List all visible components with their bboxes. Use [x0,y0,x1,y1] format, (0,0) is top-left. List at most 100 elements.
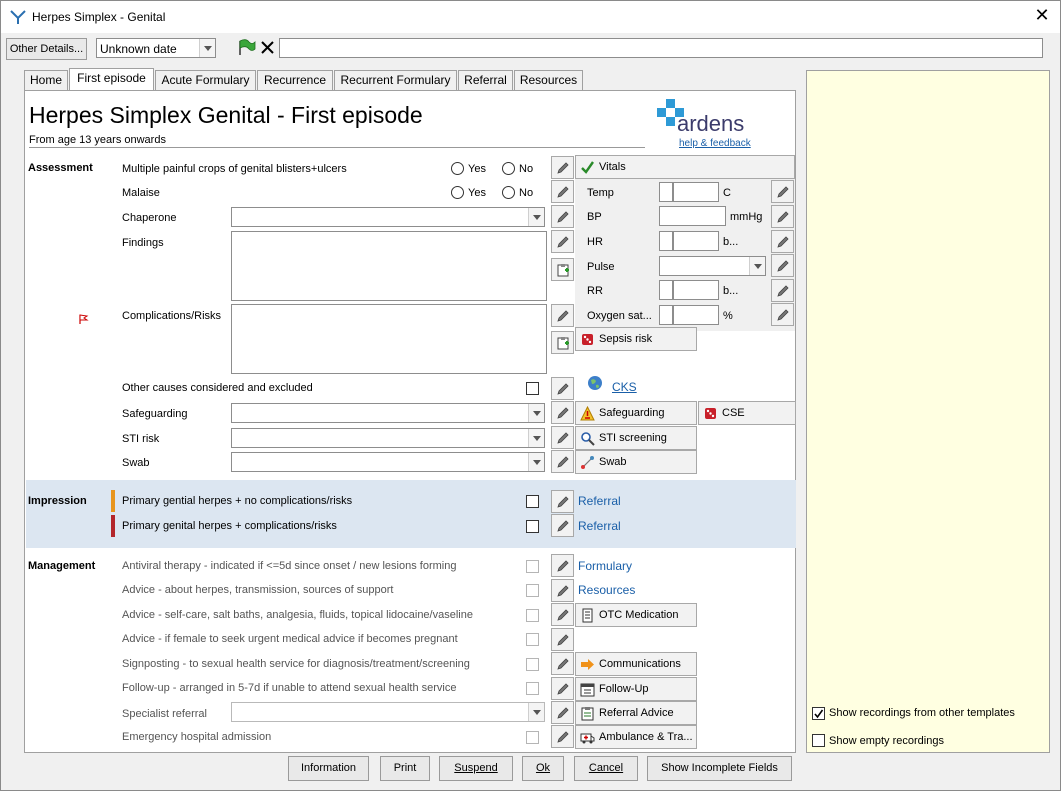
cancel-button[interactable]: Cancel [574,756,638,781]
cks-link[interactable]: CKS [612,380,637,394]
complications-textarea[interactable] [231,304,547,374]
chevron-down-icon[interactable] [199,39,215,57]
pencil-icon[interactable] [551,725,574,748]
other-causes-checkbox[interactable] [526,382,539,395]
chevron-down-icon[interactable] [528,703,544,721]
pencil-icon[interactable] [551,701,574,724]
show-empty-checkbox[interactable] [812,734,825,747]
other-details-button[interactable]: Other Details... [6,38,87,60]
hr-input-a[interactable] [659,231,673,251]
temp-input-a[interactable] [659,182,673,202]
sepsis-risk-button[interactable]: Sepsis risk [575,327,697,351]
hr-input[interactable] [673,231,719,251]
otc-medication-button[interactable]: OTC Medication [575,603,697,627]
pencil-icon[interactable] [551,426,574,449]
help-feedback-link[interactable]: help & feedback [679,138,751,149]
pencil-icon[interactable] [771,303,794,326]
pencil-icon[interactable] [551,401,574,424]
pencil-icon[interactable] [771,180,794,203]
tab-recurrent-formulary[interactable]: Recurrent Formulary [334,70,457,91]
followup-checkbox[interactable] [526,682,539,695]
tab-first-episode[interactable]: First episode [69,68,154,90]
pencil-icon[interactable] [551,490,574,513]
chaperone-select[interactable] [231,207,545,227]
signposting-checkbox[interactable] [526,658,539,671]
bp-input[interactable] [659,206,726,226]
pencil-icon[interactable] [551,554,574,577]
antiviral-checkbox[interactable] [526,560,539,573]
resources-link[interactable]: Resources [578,583,635,597]
ok-button[interactable]: Ok [522,756,564,781]
show-other-templates-checkbox[interactable] [812,707,825,720]
chevron-down-icon[interactable] [749,257,765,275]
advice-1-checkbox[interactable] [526,584,539,597]
malaise-no-radio[interactable] [502,186,515,199]
tab-resources[interactable]: Resources [514,70,583,91]
pencil-icon[interactable] [551,450,574,473]
swab-select[interactable] [231,452,545,472]
chevron-down-icon[interactable] [528,404,544,422]
show-incomplete-fields-button[interactable]: Show Incomplete Fields [647,756,792,781]
emergency-checkbox[interactable] [526,731,539,744]
chevron-down-icon[interactable] [528,208,544,226]
pencil-icon[interactable] [551,603,574,626]
date-select[interactable]: Unknown date [96,38,216,58]
findings-textarea[interactable] [231,231,547,301]
sti-risk-select[interactable] [231,428,545,448]
clipboard-add-icon[interactable] [551,331,574,354]
formulary-link[interactable]: Formulary [578,559,632,573]
clear-icon[interactable] [260,40,275,55]
tab-acute-formulary[interactable]: Acute Formulary [155,70,256,91]
vitals-button[interactable]: Vitals [575,155,795,179]
malaise-yes-radio[interactable] [451,186,464,199]
tab-referral[interactable]: Referral [458,70,513,91]
pencil-icon[interactable] [551,304,574,327]
impression-checkbox-1[interactable] [526,495,539,508]
pencil-icon[interactable] [551,579,574,602]
referral-link-1[interactable]: Referral [578,494,621,508]
specialist-select[interactable] [231,702,545,722]
pencil-icon[interactable] [551,180,574,203]
pencil-icon[interactable] [551,514,574,537]
information-button[interactable]: Information [288,756,369,781]
clipboard-add-icon[interactable] [551,258,574,281]
pencil-icon[interactable] [551,652,574,675]
referral-advice-button[interactable]: Referral Advice [575,701,697,725]
advice-3-checkbox[interactable] [526,633,539,646]
safeguarding-select[interactable] [231,403,545,423]
pencil-icon[interactable] [551,205,574,228]
oxygen-input-a[interactable] [659,305,673,325]
pencil-icon[interactable] [771,205,794,228]
pencil-icon[interactable] [771,279,794,302]
blisters-yes-radio[interactable] [451,162,464,175]
tab-recurrence[interactable]: Recurrence [257,70,333,91]
print-button[interactable]: Print [380,756,430,781]
pencil-icon[interactable] [551,628,574,651]
chevron-down-icon[interactable] [528,429,544,447]
pencil-icon[interactable] [551,377,574,400]
cse-button[interactable]: CSE [698,401,796,425]
flag-icon[interactable] [237,39,257,57]
follow-up-button[interactable]: Follow-Up [575,677,697,701]
pencil-icon[interactable] [551,677,574,700]
rr-input-a[interactable] [659,280,673,300]
pencil-icon[interactable] [551,230,574,253]
ambulance-button[interactable]: Ambulance & Tra... [575,725,697,749]
sti-screening-button[interactable]: STI screening [575,426,697,450]
impression-checkbox-2[interactable] [526,520,539,533]
advice-2-checkbox[interactable] [526,609,539,622]
oxygen-input[interactable] [673,305,719,325]
safeguarding-button[interactable]: Safeguarding [575,401,697,425]
chevron-down-icon[interactable] [528,453,544,471]
communications-button[interactable]: Communications [575,652,697,676]
blisters-no-radio[interactable] [502,162,515,175]
close-icon[interactable]: ✕ [1031,5,1053,27]
pulse-select[interactable] [659,256,766,276]
tab-home[interactable]: Home [24,70,68,91]
pencil-icon[interactable] [551,156,574,179]
swab-button[interactable]: Swab [575,450,697,474]
rr-input[interactable] [673,280,719,300]
free-text-input[interactable] [279,38,1043,58]
pencil-icon[interactable] [771,254,794,277]
referral-link-2[interactable]: Referral [578,519,621,533]
